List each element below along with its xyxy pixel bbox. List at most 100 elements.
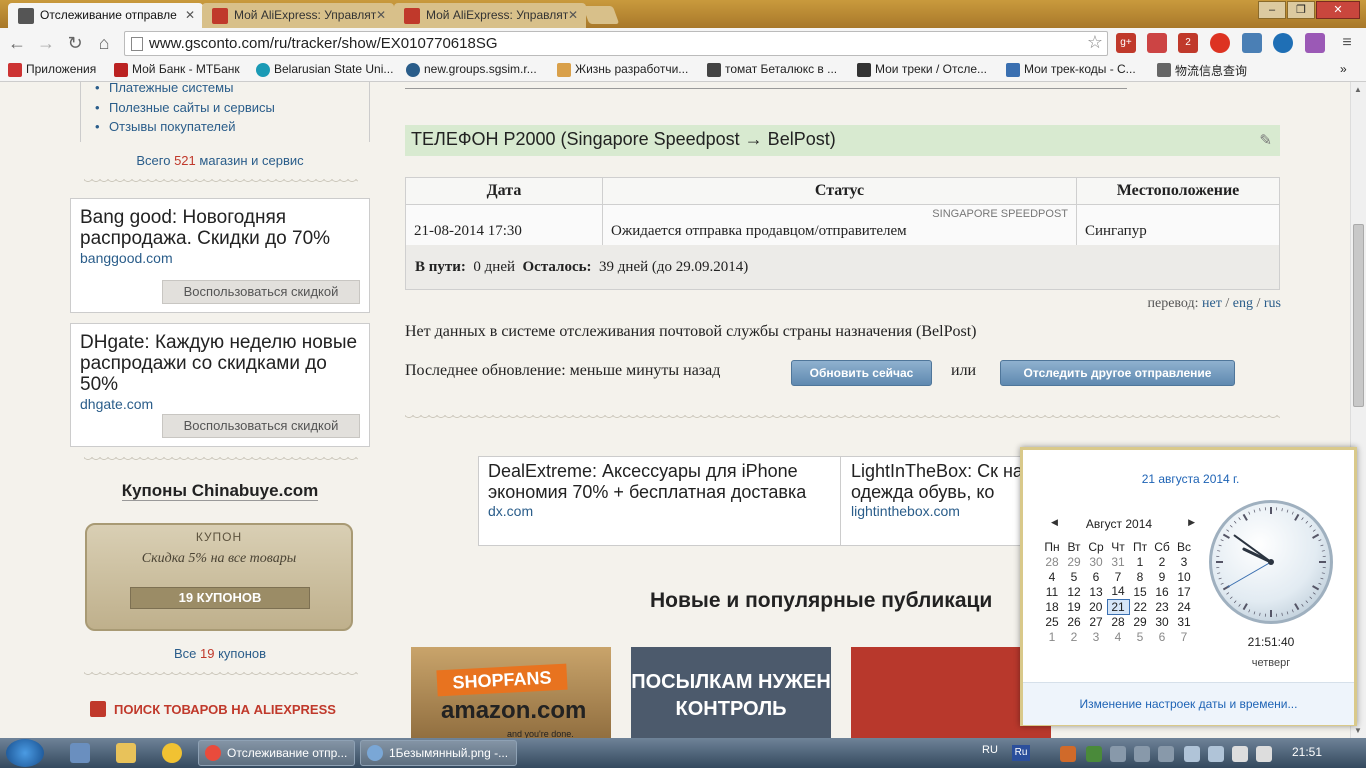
promo-dhgate[interactable]: DHgate: Каждую неделю новые распродажи с… xyxy=(70,323,370,447)
close-icon[interactable]: ✕ xyxy=(185,8,195,22)
compass-icon[interactable] xyxy=(1210,33,1230,53)
calendar-day[interactable]: 31 xyxy=(1173,614,1195,629)
home-icon[interactable]: ⌂ xyxy=(93,32,115,54)
coupons-title[interactable]: Купоны Chinabuye.com xyxy=(70,481,370,501)
reload-icon[interactable]: ↻ xyxy=(64,32,86,54)
start-button[interactable] xyxy=(6,739,44,767)
calendar-day[interactable]: 17 xyxy=(1173,584,1195,599)
extension-badge-icon[interactable]: 2 xyxy=(1178,33,1198,53)
calendar-day[interactable]: 14 xyxy=(1107,584,1129,599)
bookmark-trackcodes[interactable]: Мои трек-коды - С... xyxy=(1006,62,1136,77)
ad-link[interactable]: dx.com xyxy=(488,503,831,519)
article-thumbnail[interactable]: SHOPFANS amazon.com and you're done. xyxy=(411,647,611,738)
taskbar-paint[interactable]: 1Безымянный.png -... xyxy=(360,740,517,766)
chat-icon[interactable] xyxy=(1242,33,1262,53)
network-icon[interactable] xyxy=(1232,746,1248,762)
calendar-day[interactable]: 2 xyxy=(1063,629,1085,644)
back-icon[interactable]: ← xyxy=(6,32,28,54)
calendar-day[interactable]: 18 xyxy=(1041,599,1063,614)
close-icon[interactable]: ✕ xyxy=(376,8,386,22)
promo-link[interactable]: banggood.com xyxy=(80,250,360,266)
calendar-day[interactable]: 20 xyxy=(1085,599,1107,614)
tray-icon[interactable] xyxy=(1208,746,1224,762)
sidebar-link[interactable]: Полезные сайты и сервисы xyxy=(95,98,369,118)
calendar-day[interactable]: 11 xyxy=(1041,584,1063,599)
folder-icon[interactable] xyxy=(116,743,136,763)
calendar-day[interactable]: 6 xyxy=(1085,569,1107,584)
calendar-day[interactable]: 30 xyxy=(1151,614,1173,629)
maximize-button[interactable]: ❐ xyxy=(1287,1,1315,19)
calendar-day[interactable]: 1 xyxy=(1041,629,1063,644)
calendar-day[interactable]: 3 xyxy=(1173,554,1195,569)
tray-icon[interactable] xyxy=(1060,746,1076,762)
calendar-day[interactable]: 2 xyxy=(1151,554,1173,569)
date-settings-link[interactable]: Изменение настроек даты и времени... xyxy=(1023,682,1354,725)
calendar-day[interactable]: 25 xyxy=(1041,614,1063,629)
bookmark-mtbank[interactable]: Мой Банк - МТБанк xyxy=(114,62,240,77)
close-icon[interactable]: ✕ xyxy=(568,8,578,22)
calendar-day[interactable]: 29 xyxy=(1129,614,1151,629)
calendar-day[interactable]: 5 xyxy=(1063,569,1085,584)
calendar-day[interactable]: 26 xyxy=(1063,614,1085,629)
calendar-day[interactable]: 29 xyxy=(1063,554,1085,569)
shield-icon[interactable] xyxy=(1147,33,1167,53)
ad-link[interactable]: lightinthebox.com xyxy=(851,503,1029,519)
bookmark-tracks[interactable]: Мои треки / Отсле... xyxy=(857,62,987,77)
calendar-day[interactable]: 21 xyxy=(1106,598,1130,615)
calendar-day[interactable]: 31 xyxy=(1107,554,1129,569)
ime-indicator[interactable]: Ru xyxy=(1012,745,1030,761)
tab-aliexpress-2[interactable]: Мой AliExpress: Управлят ✕ xyxy=(394,3,586,28)
calendar-day[interactable]: 27 xyxy=(1085,614,1107,629)
calendar-day[interactable]: 22 xyxy=(1129,599,1151,614)
bookmark-developer[interactable]: Жизнь разработчи... xyxy=(557,62,688,77)
prev-month-icon[interactable]: ◀ xyxy=(1051,517,1058,528)
media-icon[interactable] xyxy=(162,743,182,763)
google-plus-icon[interactable]: g+ xyxy=(1116,33,1136,53)
volume-icon[interactable] xyxy=(1256,746,1272,762)
bookmark-logistics[interactable]: 物流信息查询 xyxy=(1157,62,1247,79)
aliexpress-search-link[interactable]: ПОИСК ТОВАРОВ НА ALIEXPRESS xyxy=(90,701,336,717)
calendar-day[interactable]: 13 xyxy=(1085,584,1107,599)
bookmark-bsu[interactable]: Belarusian State Uni... xyxy=(256,62,393,77)
language-indicator[interactable]: RU xyxy=(982,744,998,756)
calendar-day[interactable]: 4 xyxy=(1041,569,1063,584)
translate-rus-link[interactable]: rus xyxy=(1264,296,1281,311)
all-coupons-link[interactable]: Все 19 купонов xyxy=(70,646,370,661)
calendar-day[interactable]: 6 xyxy=(1151,629,1173,644)
promo-banggood[interactable]: Bang good: Новогодняя распродажа. Скидки… xyxy=(70,198,370,313)
taskbar-clock[interactable]: 21:51 xyxy=(1292,745,1322,759)
discount-button[interactable]: Воспользоваться скидкой xyxy=(162,414,360,438)
calendar-day[interactable]: 9 xyxy=(1151,569,1173,584)
calendar-day[interactable]: 12 xyxy=(1063,584,1085,599)
scroll-down-icon[interactable]: ▼ xyxy=(1354,726,1362,735)
calendar-day[interactable]: 23 xyxy=(1151,599,1173,614)
tray-icon[interactable] xyxy=(1134,746,1150,762)
translate-none-link[interactable]: нет xyxy=(1202,296,1222,311)
discount-button[interactable]: Воспользоваться скидкой xyxy=(162,280,360,304)
coupon-card[interactable]: КУПОН Скидка 5% на все товары 19 КУПОНОВ xyxy=(85,523,353,631)
coupons-button[interactable]: 19 КУПОНОВ xyxy=(130,587,310,609)
calendar-day[interactable]: 19 xyxy=(1063,599,1085,614)
edit-pencil-icon[interactable]: ✎ xyxy=(1259,131,1272,149)
address-bar[interactable]: www.gsconto.com/ru/tracker/show/EX010770… xyxy=(124,31,1108,56)
tray-icon[interactable] xyxy=(1110,746,1126,762)
save-icon[interactable] xyxy=(70,743,90,763)
more-bookmarks-icon[interactable]: » xyxy=(1340,62,1347,76)
calendar-day[interactable]: 10 xyxy=(1173,569,1195,584)
calendar-day[interactable]: 8 xyxy=(1129,569,1151,584)
calendar-day[interactable]: 15 xyxy=(1129,584,1151,599)
flag-icon[interactable] xyxy=(1184,746,1200,762)
globe-icon[interactable] xyxy=(1273,33,1293,53)
translate-eng-link[interactable]: eng xyxy=(1233,296,1253,311)
bookmark-sgsim[interactable]: new.groups.sgsim.r... xyxy=(406,62,537,77)
forward-icon[interactable]: → xyxy=(35,32,57,54)
total-shops[interactable]: Всего 521 магазин и сервис xyxy=(70,153,370,168)
ad-dealextreme[interactable]: DealExtreme: Аксессуары для iPhone эконо… xyxy=(479,457,841,545)
month-label[interactable]: Август 2014 xyxy=(1086,517,1152,531)
calendar-day[interactable]: 7 xyxy=(1107,569,1129,584)
calendar-day[interactable]: 5 xyxy=(1129,629,1151,644)
bookmark-tomato[interactable]: томат Беталюкс в ... xyxy=(707,62,837,77)
tray-icon[interactable] xyxy=(1086,746,1102,762)
scroll-up-icon[interactable]: ▲ xyxy=(1354,85,1362,94)
calendar-day[interactable]: 24 xyxy=(1173,599,1195,614)
